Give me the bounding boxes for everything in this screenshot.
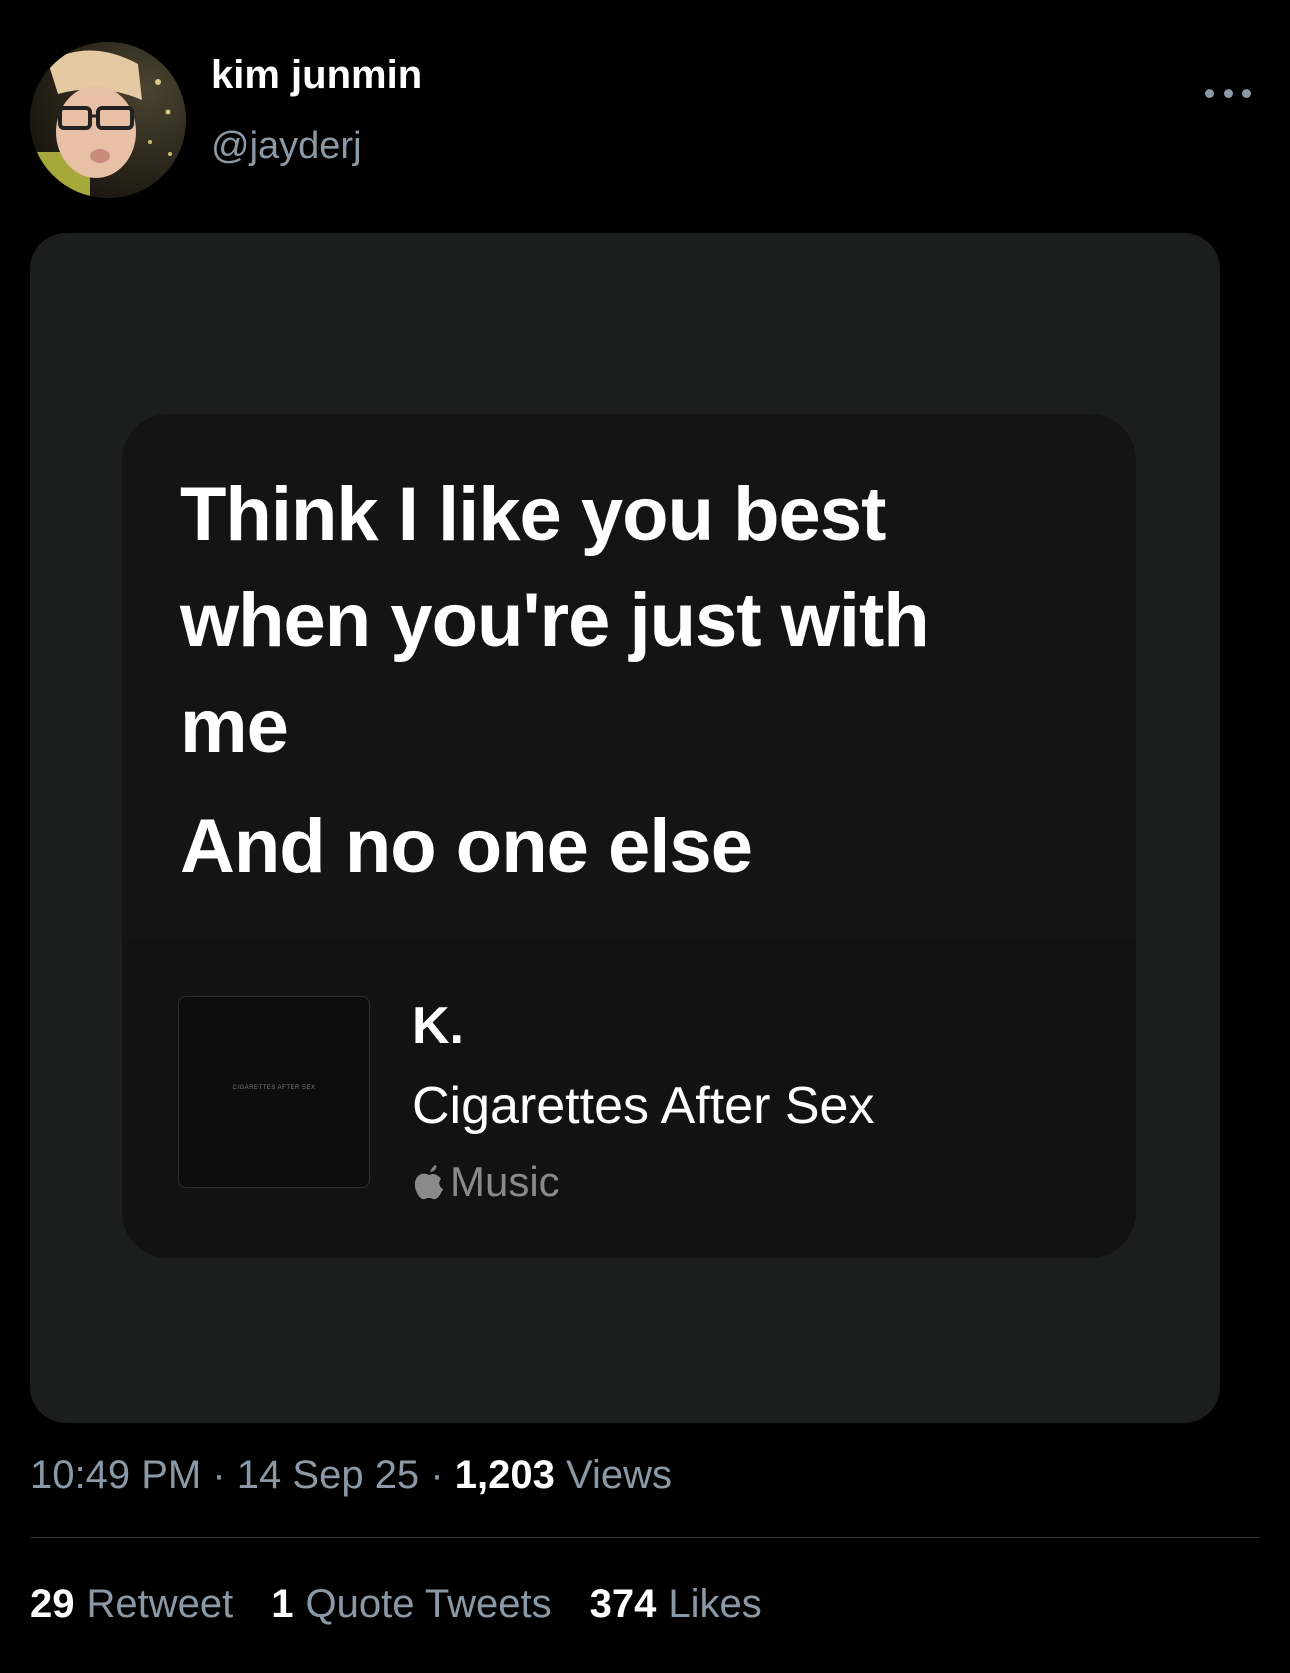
more-horizontal-icon-dot [1223,88,1233,98]
divider [30,1537,1260,1538]
retweets-label: Retweet [86,1582,234,1626]
quote-tweets-count: 1 [271,1582,294,1626]
lyric-line: And no one else [180,804,753,889]
lyrics-block: Think I like you best when you're just w… [180,462,1096,900]
meta-separator: · [212,1453,226,1497]
likes-count: 374 [589,1582,657,1626]
more-horizontal-icon-dot [1242,88,1251,98]
song-title: K. [412,997,464,1055]
album-art-text: CIGARETTES AFTER SEX [232,1085,316,1091]
lyric-line: when you're just with [180,578,930,663]
engagement-stats: 29 Retweet 1 Quote Tweets 374 Likes [30,1582,762,1627]
quote-tweets-stat[interactable]: 1 Quote Tweets [271,1582,551,1627]
more-horizontal-icon [1205,88,1214,98]
meta-separator: · [430,1453,444,1497]
author-handle[interactable]: @jayderj [211,125,362,168]
tweet-meta: 10:49 PM · 14 Sep 25 · 1,203 Views [30,1453,672,1498]
apple-music-badge: Music [412,1158,560,1206]
quote-tweets-label: Quote Tweets [305,1582,552,1626]
more-options-button[interactable] [1205,80,1251,106]
song-artist: Cigarettes After Sex [412,1077,875,1135]
tweet-media[interactable]: Think I like you best when you're just w… [30,233,1220,1423]
song-info-footer: CIGARETTES AFTER SEX K. Cigarettes After… [122,938,1136,1258]
avatar[interactable] [30,42,186,198]
retweets-stat[interactable]: 29 Retweet [30,1582,233,1627]
apple-logo-icon [414,1165,443,1200]
views-count: 1,203 [454,1453,555,1497]
retweets-count: 29 [30,1582,75,1626]
tweet-time[interactable]: 10:49 PM [30,1453,201,1497]
tweet-date[interactable]: 14 Sep 25 [237,1453,419,1497]
profile-photo [30,42,186,198]
lyric-line: me [180,684,289,769]
album-art: CIGARETTES AFTER SEX [178,996,370,1188]
lyric-line: Think I like you best [180,472,886,557]
views-label: Views [566,1453,672,1497]
likes-stat[interactable]: 374 Likes [590,1582,762,1627]
lyric-share-card: Think I like you best when you're just w… [122,414,1136,1258]
likes-label: Likes [668,1582,762,1626]
author-display-name[interactable]: kim junmin [211,53,422,98]
apple-music-label: Music [450,1158,560,1205]
